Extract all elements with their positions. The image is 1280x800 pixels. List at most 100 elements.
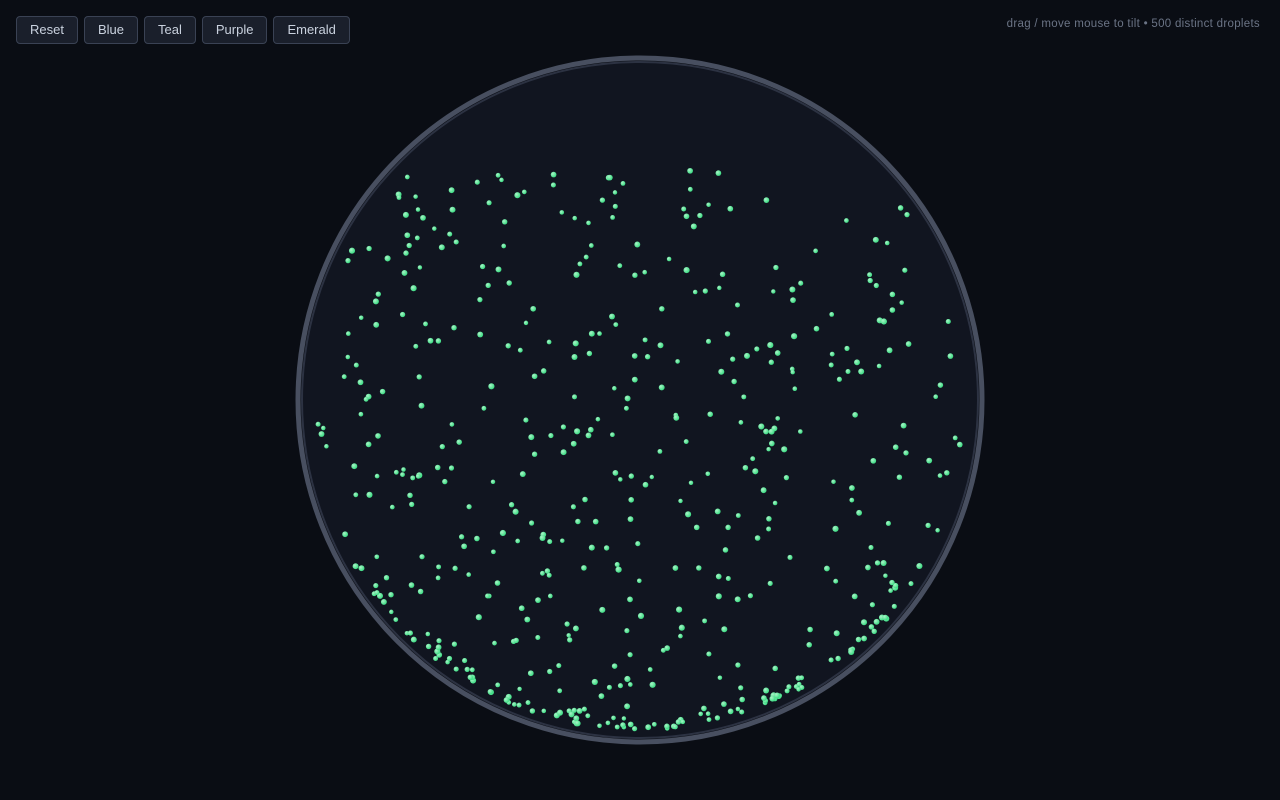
- droplet: [623, 405, 629, 411]
- droplet: [651, 721, 657, 727]
- droplet: [374, 554, 380, 560]
- droplet: [588, 243, 594, 248]
- droplet: [683, 267, 690, 274]
- droplet: [372, 298, 379, 305]
- droplet: [503, 697, 510, 703]
- droplet: [705, 471, 711, 477]
- droplet: [342, 531, 348, 538]
- droplet: [831, 479, 836, 484]
- droplet: [358, 411, 364, 417]
- droplet: [461, 543, 467, 550]
- droplet: [432, 226, 437, 231]
- droplet: [485, 593, 490, 599]
- droplet: [451, 325, 457, 331]
- droplet: [721, 701, 727, 707]
- droplet: [754, 535, 761, 541]
- droplet: [324, 444, 329, 449]
- droplet: [851, 593, 858, 600]
- droplet: [576, 707, 583, 714]
- droplet: [766, 447, 771, 452]
- droplet: [481, 405, 487, 411]
- droplet: [517, 686, 522, 692]
- droplet: [642, 269, 647, 275]
- droplet: [547, 668, 553, 675]
- droplet: [786, 684, 792, 690]
- droplet: [433, 656, 439, 661]
- droplet: [617, 263, 623, 269]
- droplet: [560, 424, 566, 430]
- droplet: [546, 339, 552, 345]
- droplet: [375, 433, 381, 439]
- droplet: [645, 724, 652, 731]
- droplet: [572, 340, 579, 347]
- droplet: [772, 500, 778, 506]
- droplet: [591, 678, 598, 685]
- droplet: [790, 297, 796, 303]
- droplet: [605, 720, 611, 726]
- droplet: [585, 432, 592, 439]
- droplet: [564, 621, 570, 627]
- droplet: [657, 342, 664, 349]
- droplet: [401, 269, 408, 276]
- droplet: [366, 245, 372, 252]
- droplet: [693, 524, 700, 531]
- droplet: [627, 596, 633, 603]
- droplet: [833, 630, 840, 637]
- droplet: [556, 709, 564, 716]
- droplet: [624, 628, 630, 634]
- droplet: [458, 534, 465, 540]
- droplet: [717, 675, 723, 680]
- droplet: [775, 416, 781, 421]
- droplet: [490, 479, 496, 485]
- droplet: [627, 721, 634, 728]
- droplet: [750, 456, 756, 462]
- droplet: [400, 472, 405, 477]
- droplet: [573, 271, 580, 278]
- droplet: [380, 598, 387, 605]
- droplet: [908, 581, 914, 587]
- droplet: [768, 359, 774, 365]
- droplet: [727, 205, 734, 212]
- droplet: [588, 544, 595, 551]
- droplet: [389, 609, 394, 615]
- droplet: [876, 363, 882, 369]
- droplet: [904, 211, 910, 218]
- droplet: [547, 593, 553, 599]
- droplet: [916, 562, 923, 570]
- droplet: [717, 285, 722, 291]
- droplet: [692, 289, 698, 295]
- droplet: [882, 614, 889, 621]
- droplet: [613, 322, 619, 327]
- droplet: [410, 636, 417, 643]
- droplet: [632, 726, 638, 732]
- droplet: [442, 478, 448, 485]
- droplet: [453, 666, 459, 672]
- droplet-canvas[interactable]: [0, 0, 1280, 800]
- droplet: [341, 374, 347, 380]
- droplet: [885, 520, 891, 526]
- droplet: [607, 174, 613, 181]
- droplet: [767, 580, 773, 586]
- droplet: [374, 590, 380, 596]
- droplet: [486, 200, 492, 206]
- droplet: [774, 692, 781, 699]
- droplet: [642, 337, 648, 343]
- droplet: [609, 313, 615, 320]
- droplet: [598, 693, 605, 699]
- droplet: [571, 354, 578, 360]
- droplet: [705, 338, 712, 344]
- droplet: [790, 370, 795, 375]
- droplet: [531, 451, 538, 457]
- droplet: [698, 711, 703, 717]
- droplet: [844, 218, 849, 223]
- droplet: [664, 723, 670, 730]
- droplet: [685, 511, 692, 518]
- droplet: [848, 648, 855, 655]
- droplet: [627, 516, 634, 522]
- droplet: [501, 243, 507, 249]
- droplet: [615, 566, 622, 573]
- droplet: [388, 592, 394, 598]
- droplet: [540, 368, 547, 374]
- droplet: [678, 498, 683, 504]
- droplet: [587, 426, 594, 433]
